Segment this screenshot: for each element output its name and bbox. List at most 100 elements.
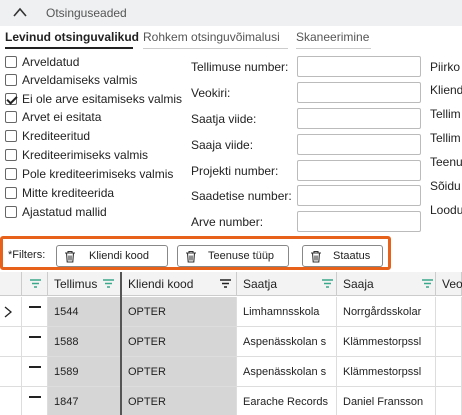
sender-reference-input[interactable]	[297, 108, 421, 129]
grid-header-saaja[interactable]: Saaja	[337, 272, 436, 296]
filter-chip-label: Staatus	[333, 250, 371, 262]
filter-active-icon[interactable]	[220, 279, 231, 288]
field-label-clipped: Kliend	[430, 83, 462, 97]
filter-icon[interactable]	[422, 279, 433, 288]
tab-divider	[143, 48, 288, 49]
column-separator[interactable]	[120, 272, 122, 415]
checkbox[interactable]	[5, 111, 17, 123]
table-cell[interactable]: OPTER	[122, 327, 237, 357]
filters-label: *Filters:	[8, 249, 46, 261]
cell-text: 1847	[54, 396, 79, 408]
row-select-mark	[29, 336, 41, 338]
filter-chip-service-type[interactable]: Teenuse tüüp	[177, 245, 289, 267]
trash-icon[interactable]	[185, 250, 197, 263]
tab-more-options[interactable]: Rohkem otsinguvõimalusi	[143, 30, 280, 44]
field-label-clipped: Teenu	[430, 155, 462, 169]
filters-bar: *Filters: Kliendi kood Teenuse tüüp Staa…	[0, 236, 391, 270]
cell-text: Norrgårdsskolar	[343, 306, 422, 318]
grid-header-kliendi-kood[interactable]: Kliendi kood	[122, 272, 237, 296]
row-select-cell[interactable]	[22, 387, 48, 415]
grid-header-select[interactable]	[22, 272, 48, 296]
section-title: Otsinguseaded	[46, 6, 127, 20]
filter-icon[interactable]	[322, 279, 333, 288]
row-select-mark	[29, 306, 41, 308]
table-cell[interactable]: OPTER	[122, 297, 237, 327]
trash-icon[interactable]	[310, 250, 322, 263]
row-indicator[interactable]	[0, 357, 22, 387]
project-number-input[interactable]	[297, 160, 421, 181]
checkbox[interactable]	[5, 149, 17, 161]
field-label-invoice-number: Arve number:	[191, 215, 264, 229]
field-label-clipped: Tellim	[430, 131, 461, 145]
table-cell[interactable]: OPTER	[122, 357, 237, 387]
filter-chip-status[interactable]: Staatus	[302, 245, 383, 267]
filter-icon[interactable]	[30, 279, 41, 288]
order-number-input[interactable]	[297, 56, 421, 77]
checkbox[interactable]	[5, 74, 17, 86]
cell-text: OPTER	[128, 396, 166, 408]
table-cell[interactable]: Aspenässkolan s	[237, 327, 337, 357]
table-cell[interactable]: OPTER	[122, 387, 237, 415]
checkbox[interactable]	[5, 56, 17, 68]
row-indicator[interactable]	[0, 327, 22, 357]
grid-header-tellimus[interactable]: Tellimus	[48, 272, 121, 296]
cell-text: 1589	[54, 366, 79, 378]
grid-header-saatja[interactable]: Saatja	[237, 272, 337, 296]
table-cell[interactable]: Earache Records	[237, 387, 337, 415]
search-settings-header[interactable]: Otsinguseaded	[0, 0, 462, 26]
table-cell[interactable]: Klämmestorpssl	[337, 327, 436, 357]
table-cell[interactable]: Daniel Fransson	[337, 387, 436, 415]
filter-icon[interactable]	[103, 279, 114, 288]
table-cell[interactable]: 1544	[48, 297, 121, 327]
chevron-up-icon[interactable]	[13, 7, 27, 17]
row-select-mark	[29, 366, 41, 368]
row-select-cell[interactable]	[22, 327, 48, 357]
cell-text: OPTER	[128, 366, 166, 378]
checkbox-label: Mitte krediteerida	[22, 186, 115, 200]
table-cell[interactable]: 1847	[48, 387, 121, 415]
checkbox[interactable]	[5, 187, 17, 199]
field-label-shipment-number: Saadetise number:	[191, 189, 292, 203]
checkbox[interactable]	[5, 206, 17, 218]
filter-chip-customer-code[interactable]: Kliendi kood	[56, 245, 168, 267]
field-label-project-number: Projekti number:	[191, 164, 279, 178]
table-cell[interactable]	[436, 327, 462, 357]
checkbox[interactable]	[5, 130, 17, 142]
tab-common-options[interactable]: Levinud otsinguvalikud	[5, 30, 139, 44]
cell-text: Klämmestorpssl	[343, 366, 422, 378]
column-header-label: Veo	[442, 277, 462, 291]
table-cell[interactable]: Aspenässkolan s	[237, 357, 337, 387]
column-header-label: Saatja	[243, 277, 278, 291]
checkbox-label: Arvet ei esitata	[22, 110, 102, 124]
cell-text: OPTER	[128, 336, 166, 348]
row-indicator[interactable]	[0, 297, 22, 327]
table-cell[interactable]: 1588	[48, 327, 121, 357]
cell-text: 1588	[54, 336, 79, 348]
row-select-cell[interactable]	[22, 297, 48, 327]
checkbox-checked[interactable]	[5, 93, 17, 105]
column-header-label: Saaja	[343, 277, 374, 291]
table-cell[interactable]: Limhamnsskola	[237, 297, 337, 327]
receiver-reference-input[interactable]	[297, 134, 421, 155]
table-cell[interactable]	[436, 297, 462, 327]
table-cell[interactable]: Norrgårdsskolar	[337, 297, 436, 327]
cell-text: Aspenässkolan s	[243, 366, 327, 378]
invoice-number-input[interactable]	[297, 211, 421, 232]
shipment-number-input[interactable]	[297, 185, 421, 206]
row-indicator[interactable]	[0, 387, 22, 415]
field-label-clipped: Sõidu	[430, 179, 461, 193]
table-cell[interactable]: Klämmestorpssl	[337, 357, 436, 387]
tab-scanning[interactable]: Skaneerimine	[296, 30, 369, 44]
table-cell[interactable]	[436, 387, 462, 415]
trash-icon[interactable]	[64, 250, 76, 263]
checkbox-label: Krediteerimiseks valmis	[22, 148, 149, 162]
field-label-waybill: Veokiri:	[191, 86, 231, 100]
checkbox-label: Pole krediteerimiseks valmis	[22, 167, 174, 181]
row-select-cell[interactable]	[22, 357, 48, 387]
grid-header-veo[interactable]: Veo	[436, 272, 462, 296]
table-cell[interactable]	[436, 357, 462, 387]
table-cell[interactable]: 1589	[48, 357, 121, 387]
checkbox-label: Ei ole arve esitamiseks valmis	[22, 92, 183, 106]
checkbox[interactable]	[5, 168, 17, 180]
waybill-input[interactable]	[297, 82, 421, 103]
